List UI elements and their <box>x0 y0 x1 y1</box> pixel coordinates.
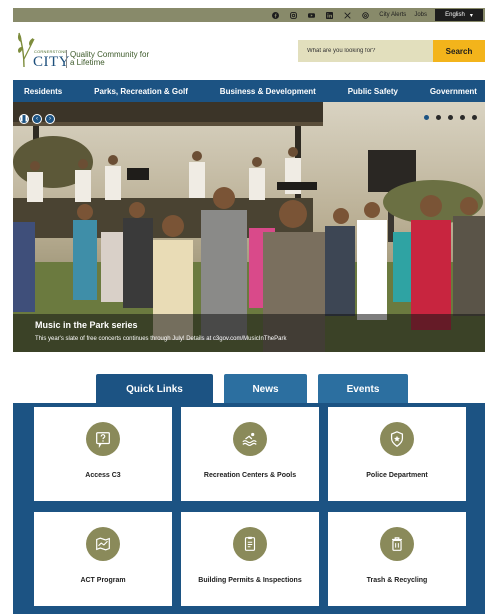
nav-item-residents[interactable]: Residents <box>24 87 62 96</box>
city-alerts-link[interactable]: City Alerts <box>379 12 406 18</box>
pool-icon <box>233 422 267 456</box>
tab-quick-links[interactable]: Quick Links <box>96 374 213 404</box>
slide-dot-1[interactable] <box>424 115 429 120</box>
permit-document-icon <box>233 527 267 561</box>
language-select[interactable]: English ▾ <box>435 9 483 21</box>
quick-link-recreation[interactable]: Recreation Centers & Pools <box>181 407 319 501</box>
slide-dot-3[interactable] <box>448 115 453 120</box>
tab-news[interactable]: News <box>224 374 307 404</box>
facebook-icon[interactable] <box>272 11 280 19</box>
quick-link-label: ACT Program <box>80 577 126 584</box>
quick-link-police[interactable]: Police Department <box>328 407 466 501</box>
search-button[interactable]: Search <box>433 40 485 62</box>
quick-link-label: Police Department <box>366 472 428 479</box>
slide-dot-2[interactable] <box>436 115 441 120</box>
main-nav: Residents Parks, Recreation & Golf Busin… <box>13 80 485 102</box>
pause-icon[interactable]: ❚❚ <box>19 114 29 124</box>
nav-item-parks[interactable]: Parks, Recreation & Golf <box>94 87 188 96</box>
hero-caption-title: Music in the Park series <box>35 320 138 330</box>
tab-events[interactable]: Events <box>318 374 408 404</box>
slide-indicators <box>424 115 477 120</box>
hero-caption-text: This year's slate of free concerts conti… <box>35 336 287 342</box>
quick-link-label: Recreation Centers & Pools <box>203 472 297 479</box>
instagram-icon[interactable] <box>290 11 298 19</box>
nav-item-government[interactable]: Government <box>430 87 477 96</box>
jobs-link[interactable]: Jobs <box>414 12 427 18</box>
quick-link-building-permits[interactable]: Building Permits & Inspections <box>181 512 319 606</box>
slide-dot-4[interactable] <box>460 115 465 120</box>
hero-caption[interactable]: Music in the Park series This year's sla… <box>13 314 485 352</box>
threads-icon[interactable] <box>362 11 370 19</box>
nav-item-public-safety[interactable]: Public Safety <box>348 87 398 96</box>
question-icon <box>86 422 120 456</box>
map-icon <box>86 527 120 561</box>
logo-tagline: Quality Community for a Lifetime <box>70 50 150 67</box>
trash-can-icon <box>380 527 414 561</box>
police-badge-icon <box>380 422 414 456</box>
x-icon[interactable] <box>344 11 351 19</box>
quick-link-trash-recycling[interactable]: Trash & Recycling <box>328 512 466 606</box>
social-links <box>272 11 370 19</box>
quick-links-panel: Access C3 Recreation Centers & Pools Pol… <box>13 403 485 614</box>
search-bar: Search <box>298 40 485 62</box>
quick-link-label: Building Permits & Inspections <box>198 577 302 584</box>
quick-link-label: Access C3 <box>85 472 121 479</box>
youtube-icon[interactable] <box>308 12 316 19</box>
quick-link-label: Trash & Recycling <box>366 577 428 584</box>
logo-divider <box>66 50 67 68</box>
nav-item-business[interactable]: Business & Development <box>220 87 316 96</box>
chevron-down-icon: ▾ <box>469 12 473 19</box>
hero-slideshow: ❚❚ ‹ › Music in the Park series This yea… <box>13 102 485 352</box>
site-header: CORNERSTONE CITY Quality Community for a… <box>13 22 485 80</box>
logo-city-text: CITY <box>33 54 70 70</box>
previous-slide-icon[interactable]: ‹ <box>32 114 42 124</box>
utility-bar: City Alerts Jobs English ▾ <box>13 8 485 22</box>
next-slide-icon[interactable]: › <box>45 114 55 124</box>
page: City Alerts Jobs English ▾ CORNERSTONE C… <box>0 0 490 614</box>
content-tabs: Quick Links News Events <box>96 374 408 404</box>
site-logo[interactable]: CORNERSTONE CITY Quality Community for a… <box>16 29 149 73</box>
search-input[interactable] <box>298 40 433 62</box>
slide-dot-5[interactable] <box>472 115 477 120</box>
linkedin-icon[interactable] <box>326 11 334 19</box>
language-label: English <box>445 12 465 18</box>
slideshow-controls: ❚❚ ‹ › <box>19 114 55 124</box>
quick-link-access-c3[interactable]: Access C3 <box>34 407 172 501</box>
quick-link-act-program[interactable]: ACT Program <box>34 512 172 606</box>
